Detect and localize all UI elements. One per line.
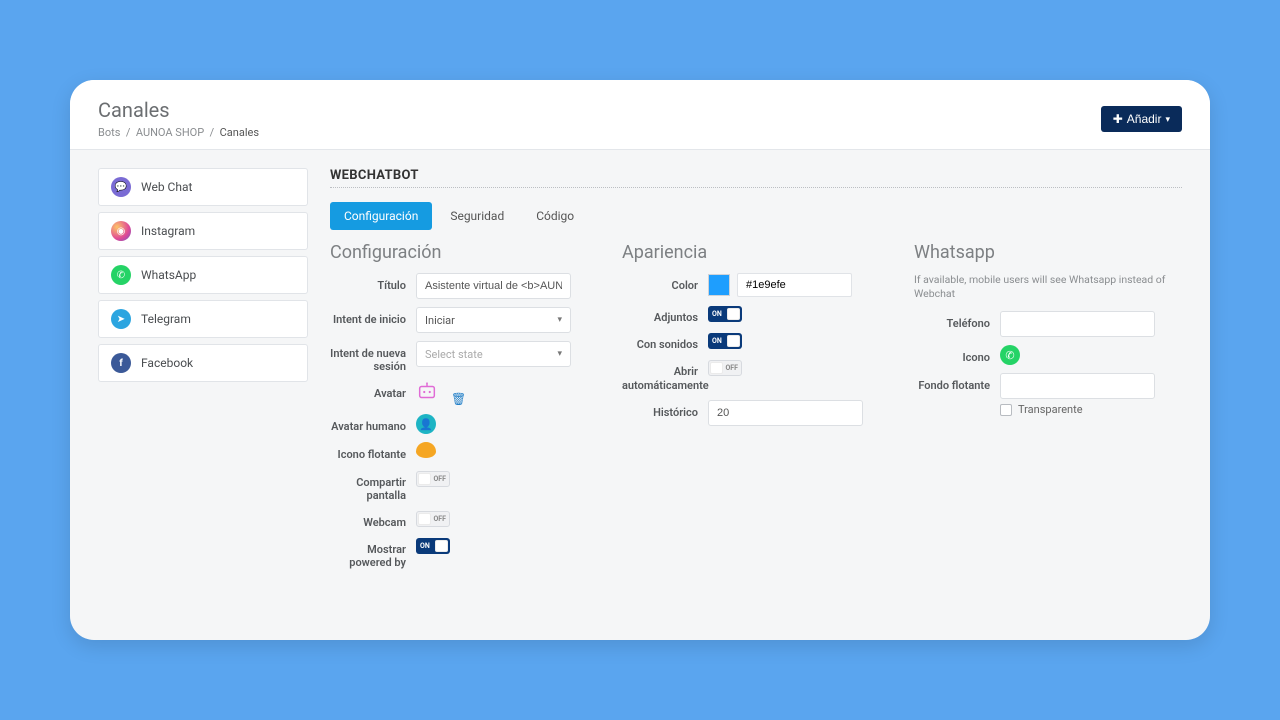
sidebar-item-whatsapp[interactable]: ✆ WhatsApp [98,256,308,294]
add-button-label: Añadir [1127,112,1162,126]
webcam-toggle[interactable]: OFF [416,511,450,527]
title-input[interactable] [416,273,571,299]
history-input[interactable] [708,400,863,426]
share-screen-label: Compartir pantalla [330,470,416,502]
chat-bubble-icon[interactable] [416,442,436,458]
breadcrumb-shop[interactable]: AUNOA SHOP [136,126,204,139]
toggle-knob [727,308,740,320]
bot-avatar-icon[interactable] [416,381,438,403]
config-heading: Configuración [330,242,598,263]
avatar-label: Avatar [330,381,416,400]
title-label: Título [330,273,416,292]
toggle-knob [435,540,448,552]
intent-start-label: Intent de inicio [330,307,416,326]
add-button[interactable]: ✚ Añadir ▾ [1101,106,1182,132]
facebook-icon: f [111,353,131,373]
instagram-icon: ◉ [111,221,131,241]
intent-new-select[interactable]: Select state ▾ [416,341,571,367]
transparent-label: Transparente [1018,403,1083,416]
breadcrumb-bots[interactable]: Bots [98,126,120,139]
sidebar-item-webchat[interactable]: 💬 Web Chat [98,168,308,206]
whatsapp-heading: Whatsapp [914,242,1182,263]
sidebar-item-label: WhatsApp [141,268,196,282]
col-appearance: Apariencia Color Adjuntos ON [622,242,890,578]
whatsapp-logo-icon[interactable]: ✆ [1000,345,1020,365]
appearance-heading: Apariencia [622,242,890,263]
tabs: Configuración Seguridad Código [330,202,1182,230]
toggle-text: ON [420,542,430,550]
tab-code[interactable]: Código [522,202,588,230]
caret-down-icon: ▾ [557,349,562,359]
share-screen-toggle[interactable]: OFF [416,471,450,487]
toggle-text: ON [712,337,722,345]
color-input[interactable] [737,273,852,297]
wa-icon-label: Icono [914,345,1000,364]
sounds-label: Con sonidos [622,332,708,351]
toggle-text: OFF [725,364,738,372]
auto-open-label: Abrir automáticamente [622,359,708,391]
sidebar-item-facebook[interactable]: f Facebook [98,344,308,382]
attachments-label: Adjuntos [622,305,708,324]
toggle-knob [418,473,431,485]
toggle-knob [727,335,740,347]
intent-new-label: Intent de nueva sesión [330,341,416,373]
tab-config[interactable]: Configuración [330,202,432,230]
sidebar-item-label: Instagram [141,224,195,238]
main-panel: WEBCHATBOT Configuración Seguridad Códig… [330,168,1182,578]
trash-icon[interactable]: 🗑 [451,392,466,406]
history-label: Histórico [622,400,708,419]
attachments-toggle[interactable]: ON [708,306,742,322]
channel-heading: WEBCHATBOT [330,168,1182,188]
col-config: Configuración Título Intent de inicio In… [330,242,598,578]
top-bar: Canales Bots / AUNOA SHOP / Canales ✚ Añ… [70,80,1210,150]
columns: Configuración Título Intent de inicio In… [330,242,1182,578]
powered-label: Mostrar powered by [330,537,416,569]
webcam-label: Webcam [330,510,416,529]
telegram-icon: ➤ [111,309,131,329]
phone-label: Teléfono [914,311,1000,330]
auto-open-toggle[interactable]: OFF [708,360,742,376]
floating-bg-label: Fondo flotante [914,373,1000,392]
intent-start-select[interactable]: Iniciar ▾ [416,307,571,333]
page-title: Canales [98,98,259,122]
toggle-knob [418,513,431,525]
color-label: Color [622,273,708,292]
intent-start-value: Iniciar [425,314,455,327]
sidebar-item-instagram[interactable]: ◉ Instagram [98,212,308,250]
toggle-text: ON [712,310,722,318]
body: 💬 Web Chat ◉ Instagram ✆ WhatsApp ➤ Tele… [70,150,1210,596]
toggle-text: OFF [433,475,446,483]
float-icon-label: Icono flotante [330,442,416,461]
sidebar-item-label: Facebook [141,356,193,370]
tab-security[interactable]: Seguridad [436,202,518,230]
whatsapp-icon: ✆ [111,265,131,285]
sidebar-item-telegram[interactable]: ➤ Telegram [98,300,308,338]
toggle-text: OFF [433,515,446,523]
color-swatch[interactable] [708,274,730,296]
plus-icon: ✚ [1113,112,1123,126]
transparent-checkbox[interactable] [1000,404,1012,416]
floating-bg-input[interactable] [1000,373,1155,399]
col-whatsapp: Whatsapp If available, mobile users will… [914,242,1182,578]
channel-sidebar: 💬 Web Chat ◉ Instagram ✆ WhatsApp ➤ Tele… [98,168,308,578]
toggle-knob [710,362,723,374]
phone-input[interactable] [1000,311,1155,337]
whatsapp-desc: If available, mobile users will see What… [914,273,1182,301]
avatar-human-label: Avatar humano [330,414,416,433]
breadcrumb: Bots / AUNOA SHOP / Canales [98,126,259,139]
breadcrumb-current: Canales [220,126,259,139]
caret-down-icon: ▾ [1165,114,1170,125]
sidebar-item-label: Telegram [141,312,191,326]
agent-icon[interactable]: 👤 [416,414,436,434]
powered-toggle[interactable]: ON [416,538,450,554]
app-card: Canales Bots / AUNOA SHOP / Canales ✚ Añ… [70,80,1210,640]
caret-down-icon: ▾ [557,315,562,325]
webchat-icon: 💬 [111,177,131,197]
sidebar-item-label: Web Chat [141,180,192,194]
intent-new-placeholder: Select state [425,348,483,361]
sounds-toggle[interactable]: ON [708,333,742,349]
